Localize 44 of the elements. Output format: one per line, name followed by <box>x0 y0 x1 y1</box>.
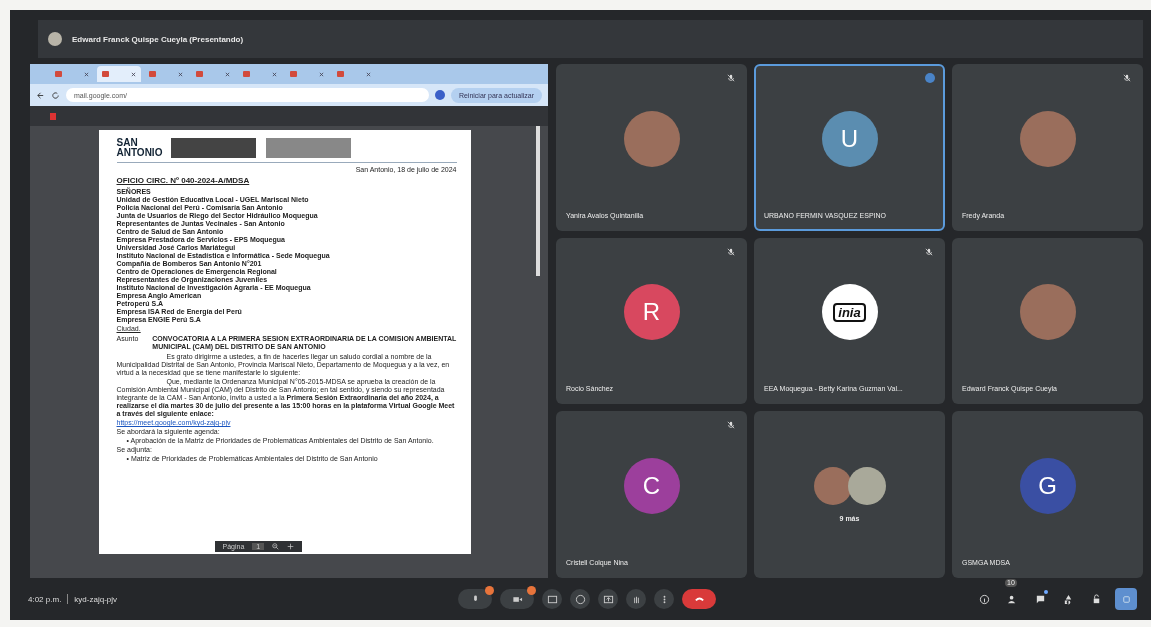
browser-tab[interactable] <box>97 66 141 82</box>
initial-avatar: G <box>1019 458 1076 515</box>
camera-button[interactable] <box>500 589 534 609</box>
mic-button[interactable] <box>458 589 492 609</box>
emoji-button[interactable] <box>570 589 590 609</box>
avatar-photo <box>813 467 852 506</box>
captions-button[interactable] <box>542 589 562 609</box>
hand-button[interactable] <box>626 589 646 609</box>
end-call-button[interactable] <box>682 589 716 609</box>
logo-avatar: inia <box>821 284 878 341</box>
close-icon[interactable] <box>225 71 230 77</box>
initial-avatar: C <box>623 458 680 515</box>
people-icon <box>1006 593 1018 605</box>
self-icon <box>1120 593 1132 605</box>
zoom-in-icon[interactable] <box>287 543 295 550</box>
initial-avatar: R <box>623 284 680 341</box>
close-icon[interactable] <box>178 71 183 77</box>
profile-avatar[interactable] <box>434 90 445 100</box>
back-icon[interactable] <box>36 90 45 100</box>
municipality-logo: SAN ANTONIO <box>116 138 161 158</box>
captions-icon <box>546 593 558 605</box>
document-reference: OFICIO CIRC. Nº 040-2024-A/MDSA <box>116 176 251 186</box>
close-icon[interactable] <box>366 71 371 77</box>
meeting-code: kyd-zajq-pjv <box>74 594 118 604</box>
pdf-file-icon <box>50 112 56 120</box>
presenter-label: Edward Franck Quispe Cueyla (Presentando) <box>72 34 244 44</box>
activities-icon <box>1062 593 1074 605</box>
close-icon[interactable] <box>319 71 324 77</box>
close-icon[interactable] <box>272 71 277 77</box>
close-icon[interactable] <box>131 71 136 77</box>
close-icon[interactable] <box>84 71 89 77</box>
chat-icon <box>1034 593 1046 605</box>
info-icon <box>978 593 990 605</box>
speaking-indicator <box>925 73 935 83</box>
reload-icon[interactable] <box>51 90 60 100</box>
clock-time: 4:02 p.m. <box>28 594 62 604</box>
zoom-out-icon[interactable] <box>272 543 280 550</box>
present-icon <box>602 593 614 605</box>
avatar-photo <box>847 467 886 506</box>
more-button[interactable] <box>654 589 674 609</box>
present-button[interactable] <box>598 589 618 609</box>
self-button[interactable] <box>1115 588 1137 610</box>
initial-avatar: U <box>821 110 878 167</box>
presenter-avatar <box>48 32 62 46</box>
